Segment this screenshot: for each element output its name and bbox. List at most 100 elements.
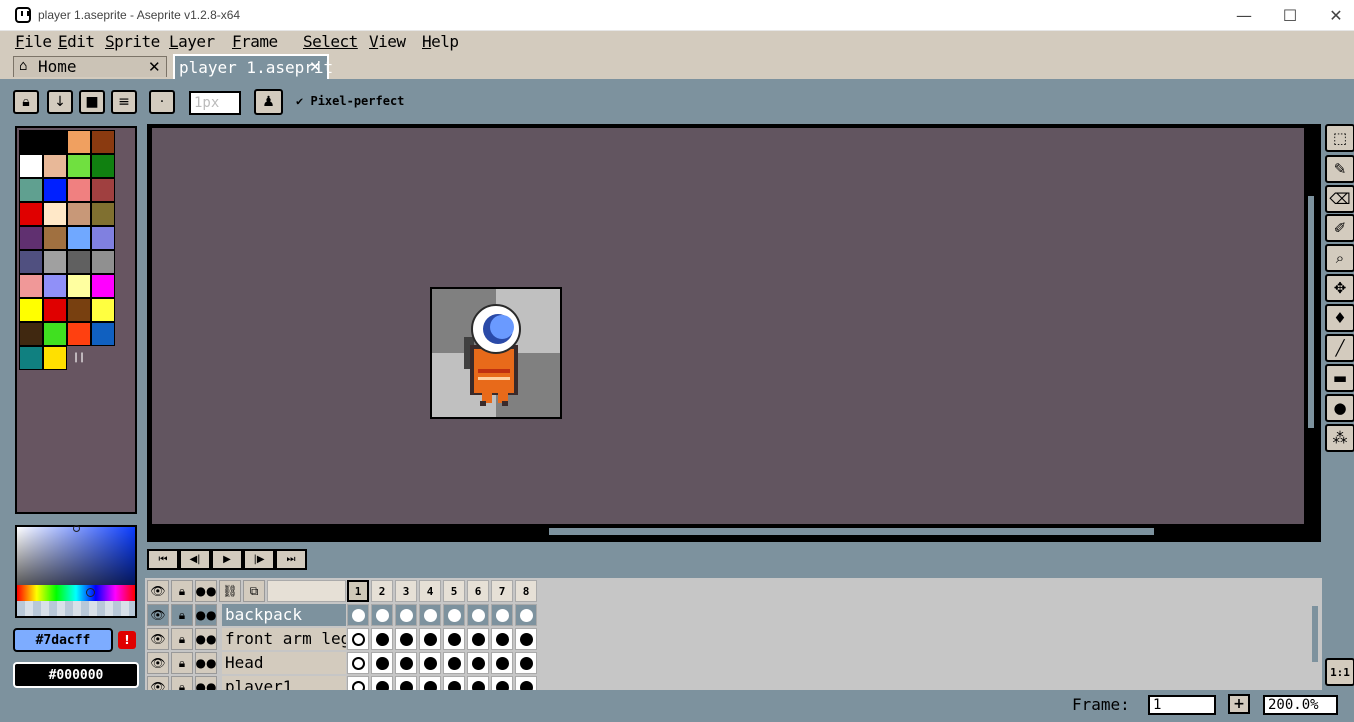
palette-swatch[interactable] [43,298,67,322]
palette-swatch[interactable] [67,226,91,250]
palette-swatch[interactable] [67,178,91,202]
palette-swatch[interactable] [91,226,115,250]
timeline-cel[interactable] [347,628,369,650]
timeline-cel[interactable] [395,628,417,650]
palette-swatch[interactable] [43,154,67,178]
zoom-one-to-one-button[interactable]: 1:1 [1325,658,1354,686]
menu-file[interactable]: File [15,32,52,51]
tab-player-file[interactable]: player 1.aseprit ✕ [173,54,333,79]
timeline-cel[interactable] [491,628,513,650]
alpha-slider[interactable] [17,601,135,616]
previous-frame-button[interactable]: ◀| [179,549,211,570]
palette-swatch[interactable] [91,322,115,346]
rectangle-tool-icon[interactable]: ▬ [1325,364,1354,392]
close-window-button[interactable]: ✕ [1313,0,1354,31]
foreground-color-button[interactable]: #7dacff [13,628,113,652]
palette-swatch[interactable] [19,226,43,250]
menu-lines-icon[interactable]: ≡ [111,90,137,114]
hue-slider[interactable] [17,585,135,601]
lock-icon[interactable]: 🔒︎ [171,604,193,626]
timeline-cel[interactable] [515,652,537,674]
pixel-perfect-checkbox[interactable]: ✔ Pixel-perfect [296,94,404,108]
palette-swatch[interactable] [67,298,91,322]
palette-swatch[interactable] [91,130,115,154]
palette-swatch[interactable] [43,250,67,274]
palette-swatch[interactable] [67,250,91,274]
timeline-cel[interactable] [395,652,417,674]
first-frame-button[interactable]: ⏮ [147,549,179,570]
timeline-cel[interactable] [371,628,393,650]
tab-home-close-icon[interactable]: ✕ [148,58,161,76]
timeline-cel[interactable] [491,652,513,674]
move-tool-icon[interactable]: ✥ [1325,274,1354,302]
palette-swatch[interactable] [91,202,115,226]
palette-swatch[interactable] [43,178,67,202]
timeline-cel[interactable] [515,604,537,626]
timeline-cel[interactable] [491,604,513,626]
square-icon[interactable]: ■ [79,90,105,114]
background-color-button[interactable]: #000000 [13,662,139,688]
visibility-icon[interactable]: 👁︎ [147,628,169,650]
timeline-cel[interactable] [443,628,465,650]
fill-tool-icon[interactable]: ♦ [1325,304,1354,332]
palette-resize-handle[interactable]: || [73,352,85,363]
timeline-cel[interactable] [419,628,441,650]
sprite-editor[interactable] [152,128,1304,524]
palette-swatch[interactable] [43,274,67,298]
add-frame-button[interactable]: + [1228,694,1250,714]
frame-header[interactable]: 6 [467,580,489,602]
next-frame-button[interactable]: |▶ [243,549,275,570]
lock-icon[interactable]: 🔒︎ [13,90,39,114]
palette-swatch[interactable] [19,178,43,202]
palette-swatch[interactable] [91,298,115,322]
frame-header[interactable]: 5 [443,580,465,602]
timeline-cel[interactable] [515,628,537,650]
palette-swatch[interactable] [43,130,67,154]
maximize-button[interactable]: ☐ [1267,0,1313,31]
palette-swatch[interactable] [43,322,67,346]
timeline-cel[interactable] [371,604,393,626]
zoom-input[interactable]: 200.0% [1263,695,1338,715]
frame-header[interactable]: 8 [515,580,537,602]
frame-input[interactable]: 1 [1148,695,1216,715]
palette-swatch[interactable] [19,250,43,274]
line-tool-icon[interactable]: ╱ [1325,334,1354,362]
palette-swatch[interactable] [91,154,115,178]
visibility-icon[interactable]: 👁︎ [147,604,169,626]
frame-header[interactable]: 7 [491,580,513,602]
arrow-down-icon[interactable]: ↓ [47,90,73,114]
lock-icon[interactable]: 🔒︎ [171,628,193,650]
palette-swatch[interactable] [19,274,43,298]
last-frame-button[interactable]: ⏭ [275,549,307,570]
spectrum-selector[interactable] [73,525,80,532]
menu-frame[interactable]: Frame [232,32,278,51]
palette-swatch[interactable] [43,346,67,370]
menu-edit[interactable]: Edit [58,32,95,51]
editor-horizontal-scrollbar[interactable] [549,528,1154,535]
timeline-cel[interactable] [467,652,489,674]
palette-swatch[interactable] [19,130,43,154]
palette-swatch[interactable] [91,178,115,202]
continuous-icon[interactable]: ●● [195,652,217,674]
timeline-cel[interactable] [467,628,489,650]
timeline-cel[interactable] [371,652,393,674]
lock-header-icon[interactable]: 🔒︎ [171,580,193,602]
tab-file-close-icon[interactable]: ✕ [309,58,322,76]
editor-vertical-scrollbar[interactable] [1308,196,1314,428]
play-button[interactable]: ▶ [211,549,243,570]
frame-header[interactable]: 3 [395,580,417,602]
link-header-icon[interactable]: ⛓ [219,580,241,602]
blur-tool-icon[interactable]: ⁂ [1325,424,1354,452]
timeline-cel[interactable] [467,604,489,626]
continuous-icon[interactable]: ●● [195,604,217,626]
palette-swatch[interactable] [67,154,91,178]
menu-sprite[interactable]: Sprite [105,32,160,51]
timeline-cel[interactable] [443,652,465,674]
palette-swatch[interactable] [67,322,91,346]
frame-header[interactable]: 1 [347,580,369,602]
layer-name[interactable]: Head [222,652,346,674]
timeline-cel[interactable] [347,652,369,674]
zoom-tool-icon[interactable]: ⌕ [1325,244,1354,272]
palette-swatch[interactable] [19,202,43,226]
sprite-canvas[interactable] [430,287,562,419]
